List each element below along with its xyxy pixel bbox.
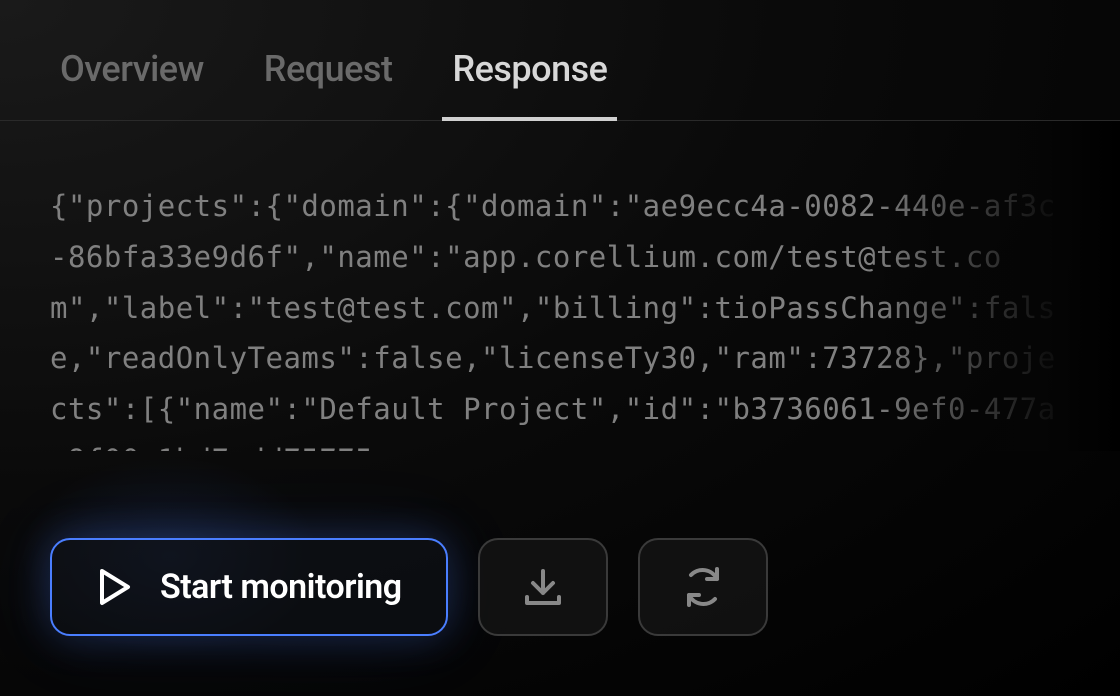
tab-response[interactable]: Response <box>452 48 607 120</box>
start-monitoring-button[interactable]: Start monitoring <box>50 538 448 636</box>
tabs-bar: Overview Request Response <box>0 0 1120 121</box>
play-icon <box>96 567 132 607</box>
actions-bar: Start monitoring <box>50 538 768 636</box>
response-body: {"projects":{"domain":{"domain":"ae9ecc4… <box>0 121 1120 451</box>
tab-request[interactable]: Request <box>264 48 393 120</box>
download-icon <box>521 565 565 609</box>
download-button[interactable] <box>478 538 608 636</box>
tab-overview[interactable]: Overview <box>60 48 204 120</box>
start-monitoring-label: Start monitoring <box>160 567 402 607</box>
refresh-button[interactable] <box>638 538 768 636</box>
refresh-icon <box>681 565 725 609</box>
